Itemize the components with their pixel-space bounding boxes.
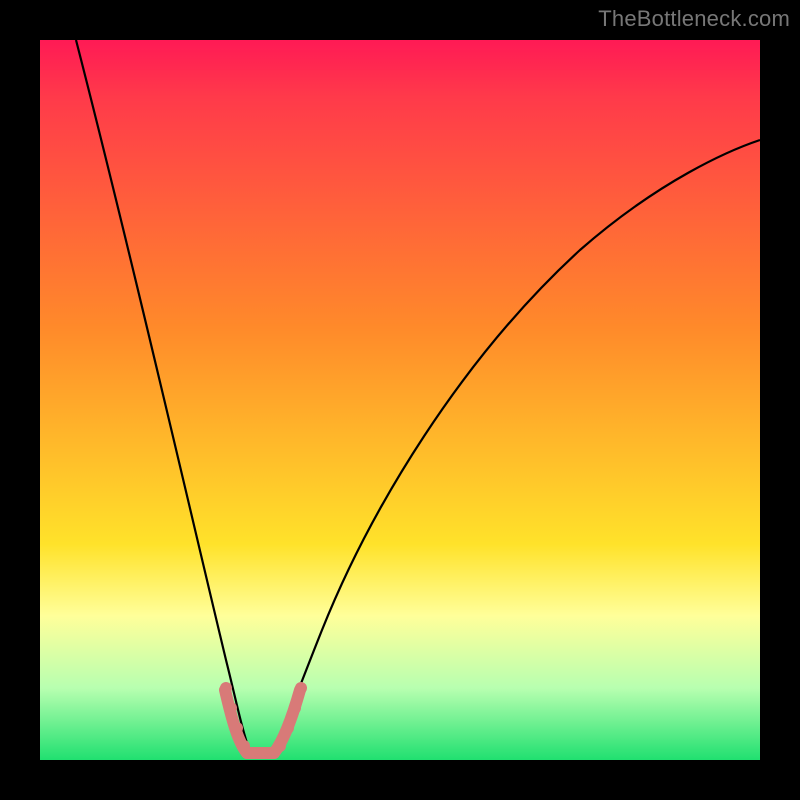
bottleneck-curve [40,40,760,760]
watermark-text: TheBottleneck.com [598,6,790,32]
curve-path [76,40,760,752]
chart-frame: TheBottleneck.com [0,0,800,800]
plot-area [40,40,760,760]
